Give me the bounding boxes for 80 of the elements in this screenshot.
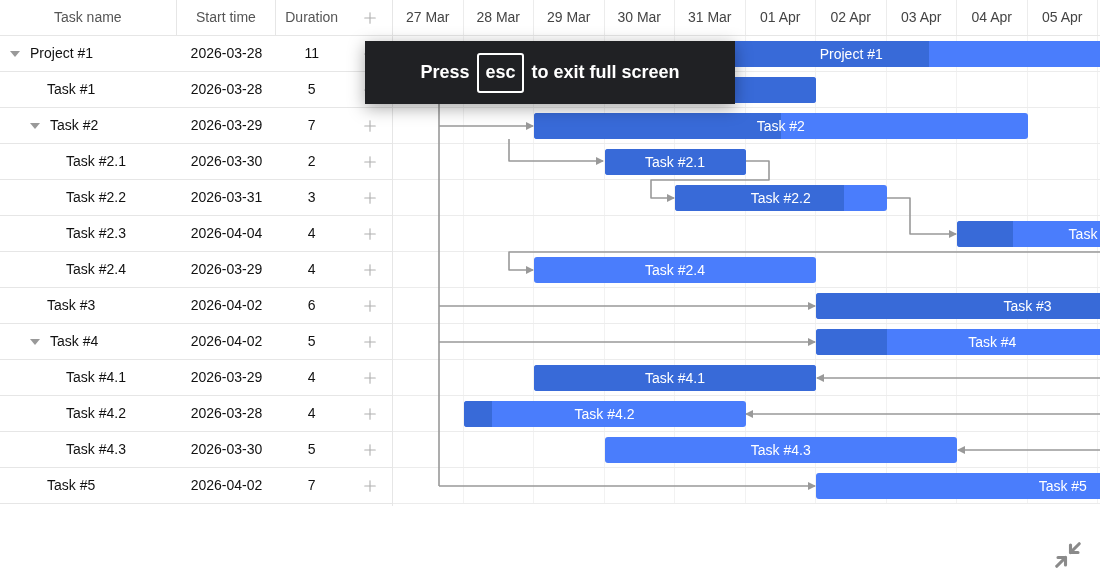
caret-icon[interactable]: [10, 50, 20, 57]
task-bar[interactable]: Task #4.1: [534, 365, 816, 391]
date-label: 29 Mar: [546, 8, 591, 27]
date-label: 28 Mar: [476, 8, 521, 27]
duration-value: 7: [307, 116, 316, 135]
duration-value: 5: [307, 332, 316, 351]
task-bar[interactable]: Task #4: [816, 329, 1100, 355]
date-label: 31 Mar: [687, 8, 732, 27]
bar-label: Task #2.4: [645, 260, 705, 280]
bar-label: Task #3: [1003, 296, 1052, 316]
start-date: 2026-03-30: [190, 152, 263, 171]
column-header[interactable]: Task name: [53, 7, 122, 28]
duration-value: 2: [307, 152, 316, 171]
caret-icon[interactable]: [30, 338, 40, 345]
column-header[interactable]: Duration: [285, 7, 339, 28]
start-date: 2026-03-29: [190, 368, 263, 387]
esc-key: esc: [477, 52, 524, 93]
task-bar[interactable]: Task #3: [816, 293, 1100, 319]
start-date: 2026-03-30: [190, 440, 263, 459]
date-label: 30 Mar: [617, 8, 662, 27]
task-name: Task #4.3: [66, 440, 126, 459]
duration-value: 5: [307, 80, 316, 99]
bar-label: Task #4.2: [574, 404, 635, 424]
bar-label: Task #4.3: [750, 440, 811, 460]
task-bar[interactable]: Task #4.2: [463, 401, 746, 427]
start-date: 2026-04-02: [190, 476, 263, 495]
duration-value: 4: [307, 224, 316, 243]
task-name: Task #4: [50, 332, 99, 351]
task-bar[interactable]: Task #2.2: [675, 185, 887, 211]
start-date: 2026-04-04: [190, 224, 263, 243]
bar-label: Task #4.1: [645, 368, 705, 388]
task-name: Task #1: [47, 80, 96, 99]
exit-fullscreen-icon[interactable]: [1053, 540, 1083, 570]
start-date: 2026-03-28: [190, 80, 263, 99]
task-bar[interactable]: Task #2: [534, 113, 1028, 139]
task-bar[interactable]: Task #4.3: [604, 437, 957, 463]
start-date: 2026-03-28: [190, 404, 263, 423]
duration-value: 5: [307, 440, 316, 459]
start-date: 2026-03-29: [190, 260, 263, 279]
task-name: Task #2.1: [66, 152, 126, 171]
date-label: 27 Mar: [405, 8, 450, 27]
task-bar[interactable]: Task #2.1: [604, 149, 746, 175]
duration-value: 6: [307, 296, 316, 315]
start-date: 2026-04-02: [190, 296, 263, 315]
task-name: Project #1: [30, 44, 94, 63]
start-date: 2026-03-31: [190, 188, 263, 207]
date-label: 05 Apr: [1042, 8, 1083, 27]
task-bar[interactable]: Task #2.4: [534, 257, 816, 283]
duration-value: 7: [307, 476, 316, 495]
task-name: Task #2: [50, 116, 99, 135]
start-date: 2026-04-02: [190, 332, 263, 351]
task-name: Task #3: [47, 296, 96, 315]
task-name: Task #2.2: [66, 188, 126, 207]
start-date: 2026-03-29: [190, 116, 263, 135]
date-label: 01 Apr: [760, 8, 801, 27]
task-bar[interactable]: Task #5: [816, 473, 1100, 499]
task-bar[interactable]: Task: [957, 221, 1100, 247]
task-name: Task #4.1: [66, 368, 126, 387]
date-label: 03 Apr: [901, 8, 942, 27]
task-name: Task #2.4: [66, 260, 126, 279]
duration-value: 4: [307, 260, 316, 279]
caret-icon[interactable]: [30, 122, 40, 129]
task-name: Task #4.2: [66, 404, 126, 423]
date-label: 02 Apr: [830, 8, 871, 27]
bar-label: Task #2.1: [645, 152, 705, 172]
duration-value: 4: [307, 404, 316, 423]
bar-label: Task: [1068, 224, 1098, 244]
bar-label: Project #1: [819, 44, 883, 64]
date-label: 04 Apr: [971, 8, 1012, 27]
start-date: 2026-03-28: [190, 44, 263, 63]
task-name: Task #2.3: [66, 224, 126, 243]
bar-label: Task #4: [968, 332, 1017, 352]
column-header[interactable]: Start time: [195, 7, 256, 28]
bar-label: Task #2.2: [750, 188, 811, 208]
duration-value: 11: [304, 44, 319, 63]
bar-label: Task #2: [756, 116, 805, 136]
duration-value: 4: [307, 368, 316, 387]
task-name: Task #5: [47, 476, 96, 495]
bar-label: Task #5: [1038, 476, 1087, 496]
duration-value: 3: [307, 188, 316, 207]
